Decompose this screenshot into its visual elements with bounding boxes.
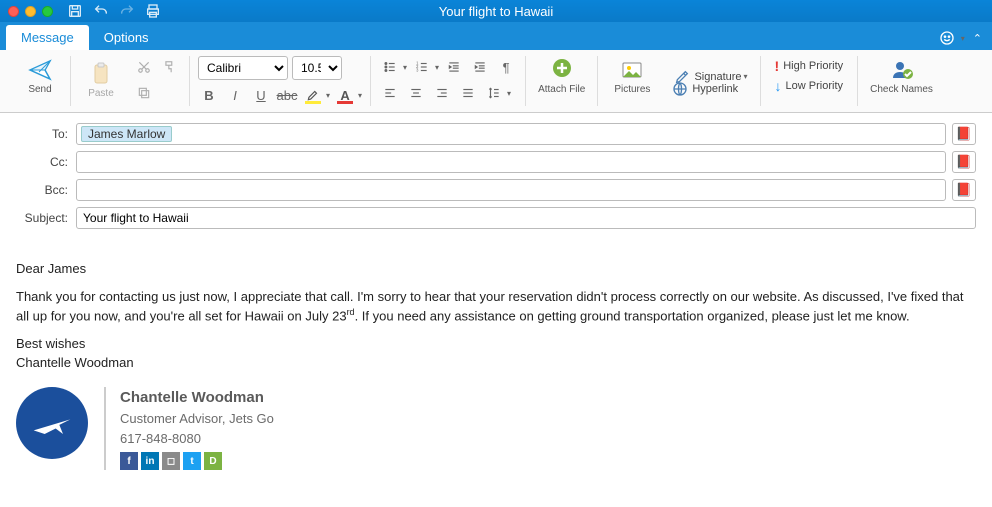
font-family-select[interactable]: Calibri xyxy=(198,56,288,80)
copy-icon[interactable] xyxy=(133,82,155,104)
to-addressbook-button[interactable]: 📕 xyxy=(952,123,976,145)
send-label: Send xyxy=(28,84,51,95)
tab-options[interactable]: Options xyxy=(89,25,164,50)
justify-button[interactable] xyxy=(457,82,479,104)
recipient-chip[interactable]: James Marlow xyxy=(81,126,172,142)
check-names-button[interactable]: Check Names xyxy=(866,56,937,97)
italic-button[interactable]: I xyxy=(224,84,246,106)
show-paragraph-marks-button[interactable]: ¶ xyxy=(495,56,517,78)
body-paragraph: Thank you for contacting us just now, I … xyxy=(16,287,976,326)
linkedin-icon[interactable]: in xyxy=(141,452,159,470)
chevron-down-icon[interactable]: ▾ xyxy=(961,34,965,43)
bold-button[interactable]: B xyxy=(198,84,220,106)
ribbon: Send Paste Calibri xyxy=(0,50,992,113)
body-greeting: Dear James xyxy=(16,259,976,279)
bullet-list-button[interactable] xyxy=(379,56,401,78)
undo-icon[interactable] xyxy=(93,3,109,19)
save-icon[interactable] xyxy=(67,3,83,19)
align-center-button[interactable] xyxy=(405,82,427,104)
increase-indent-button[interactable] xyxy=(469,56,491,78)
hyperlink-button[interactable]: Hyperlink xyxy=(672,81,747,97)
low-priority-button[interactable]: ↓ Low Priority xyxy=(775,78,844,94)
highlight-color-button[interactable] xyxy=(302,84,324,106)
subject-field[interactable] xyxy=(76,207,976,229)
other-social-icon[interactable]: D xyxy=(204,452,222,470)
pictures-button[interactable]: Pictures xyxy=(610,56,654,97)
cc-addressbook-button[interactable]: 📕 xyxy=(952,151,976,173)
ribbon-tabbar: Message Options ▾ ⌃ xyxy=(0,22,992,50)
close-window-button[interactable] xyxy=(8,6,19,17)
decrease-indent-button[interactable] xyxy=(443,56,465,78)
body-closing: Best wishes Chantelle Woodman xyxy=(16,334,976,373)
svg-text:3: 3 xyxy=(416,68,419,73)
align-right-button[interactable] xyxy=(431,82,453,104)
font-size-select[interactable]: 10.5 xyxy=(292,56,342,80)
signature-phone: 617-848-8080 xyxy=(120,429,274,449)
high-priority-button[interactable]: ! High Priority xyxy=(775,58,844,74)
send-button[interactable]: Send xyxy=(18,56,62,97)
cc-field[interactable] xyxy=(76,151,946,173)
window-titlebar: Your flight to Hawaii xyxy=(0,0,992,22)
redo-icon[interactable] xyxy=(119,3,135,19)
bcc-label: Bcc: xyxy=(16,183,76,197)
bcc-addressbook-button[interactable]: 📕 xyxy=(952,179,976,201)
line-spacing-button[interactable] xyxy=(483,82,505,104)
strikethrough-button[interactable]: abc xyxy=(276,84,298,106)
address-fields: To: James Marlow 📕 Cc: 📕 Bcc: 📕 Subject: xyxy=(0,113,992,241)
signature-name: Chantelle Woodman xyxy=(120,387,274,410)
align-left-button[interactable] xyxy=(379,82,401,104)
paste-button[interactable]: Paste xyxy=(79,60,123,101)
attach-file-button[interactable]: Attach File xyxy=(534,56,589,97)
collapse-ribbon-icon[interactable]: ⌃ xyxy=(973,32,982,45)
message-body[interactable]: Dear James Thank you for contacting us j… xyxy=(0,241,992,480)
facebook-icon[interactable]: f xyxy=(120,452,138,470)
tab-message[interactable]: Message xyxy=(6,25,89,50)
company-logo xyxy=(16,387,88,459)
signature-title: Customer Advisor, Jets Go xyxy=(120,409,274,429)
format-painter-icon[interactable] xyxy=(159,56,181,78)
instagram-icon[interactable]: ◻ xyxy=(162,452,180,470)
zoom-window-button[interactable] xyxy=(42,6,53,17)
bcc-field[interactable] xyxy=(76,179,946,201)
numbered-list-button[interactable]: 123 xyxy=(411,56,433,78)
minimize-window-button[interactable] xyxy=(25,6,36,17)
cc-label: Cc: xyxy=(16,155,76,169)
to-label: To: xyxy=(16,127,76,141)
print-icon[interactable] xyxy=(145,3,161,19)
emoji-icon[interactable] xyxy=(939,30,955,46)
social-icons: f in ◻ t D xyxy=(120,452,274,470)
window-controls xyxy=(8,6,53,17)
underline-button[interactable]: U xyxy=(250,84,272,106)
attach-file-label: Attach File xyxy=(538,84,585,95)
subject-label: Subject: xyxy=(16,211,76,225)
paste-label: Paste xyxy=(88,88,114,99)
cut-icon[interactable] xyxy=(133,56,155,78)
to-field[interactable]: James Marlow xyxy=(76,123,946,145)
signature-block: Chantelle Woodman Customer Advisor, Jets… xyxy=(16,387,976,471)
window-title: Your flight to Hawaii xyxy=(439,4,553,19)
font-color-button[interactable]: A xyxy=(334,84,356,106)
twitter-icon[interactable]: t xyxy=(183,452,201,470)
